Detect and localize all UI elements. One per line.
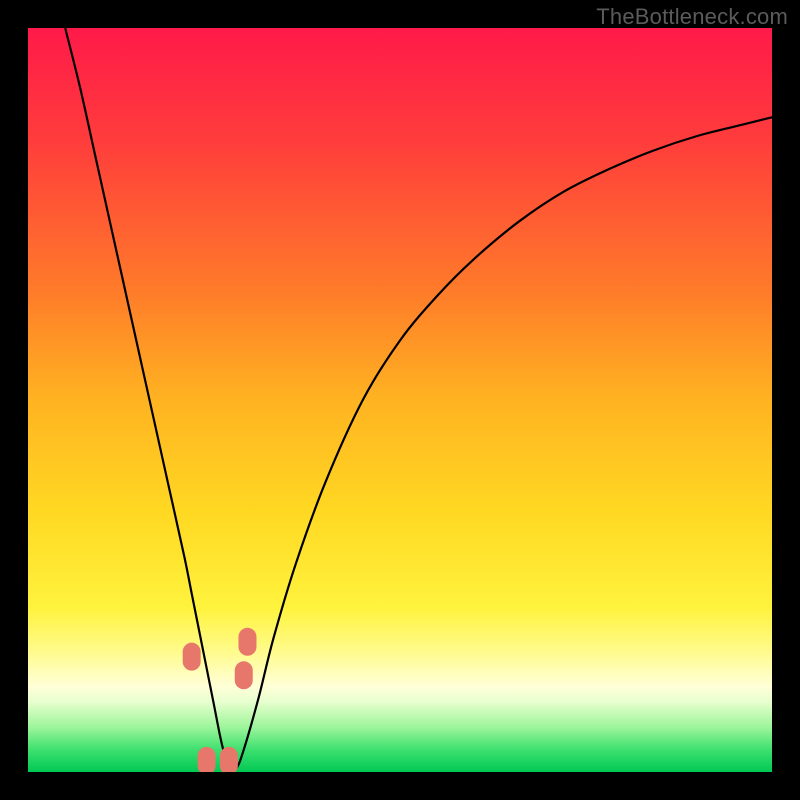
marker-2 <box>198 747 216 772</box>
marker-4 <box>235 661 253 689</box>
watermark-text: TheBottleneck.com <box>596 4 788 30</box>
chart-plot <box>28 28 772 772</box>
marker-5 <box>238 628 256 656</box>
gradient-background <box>28 28 772 772</box>
marker-1 <box>183 643 201 671</box>
marker-3 <box>220 747 238 772</box>
chart-frame <box>28 28 772 772</box>
